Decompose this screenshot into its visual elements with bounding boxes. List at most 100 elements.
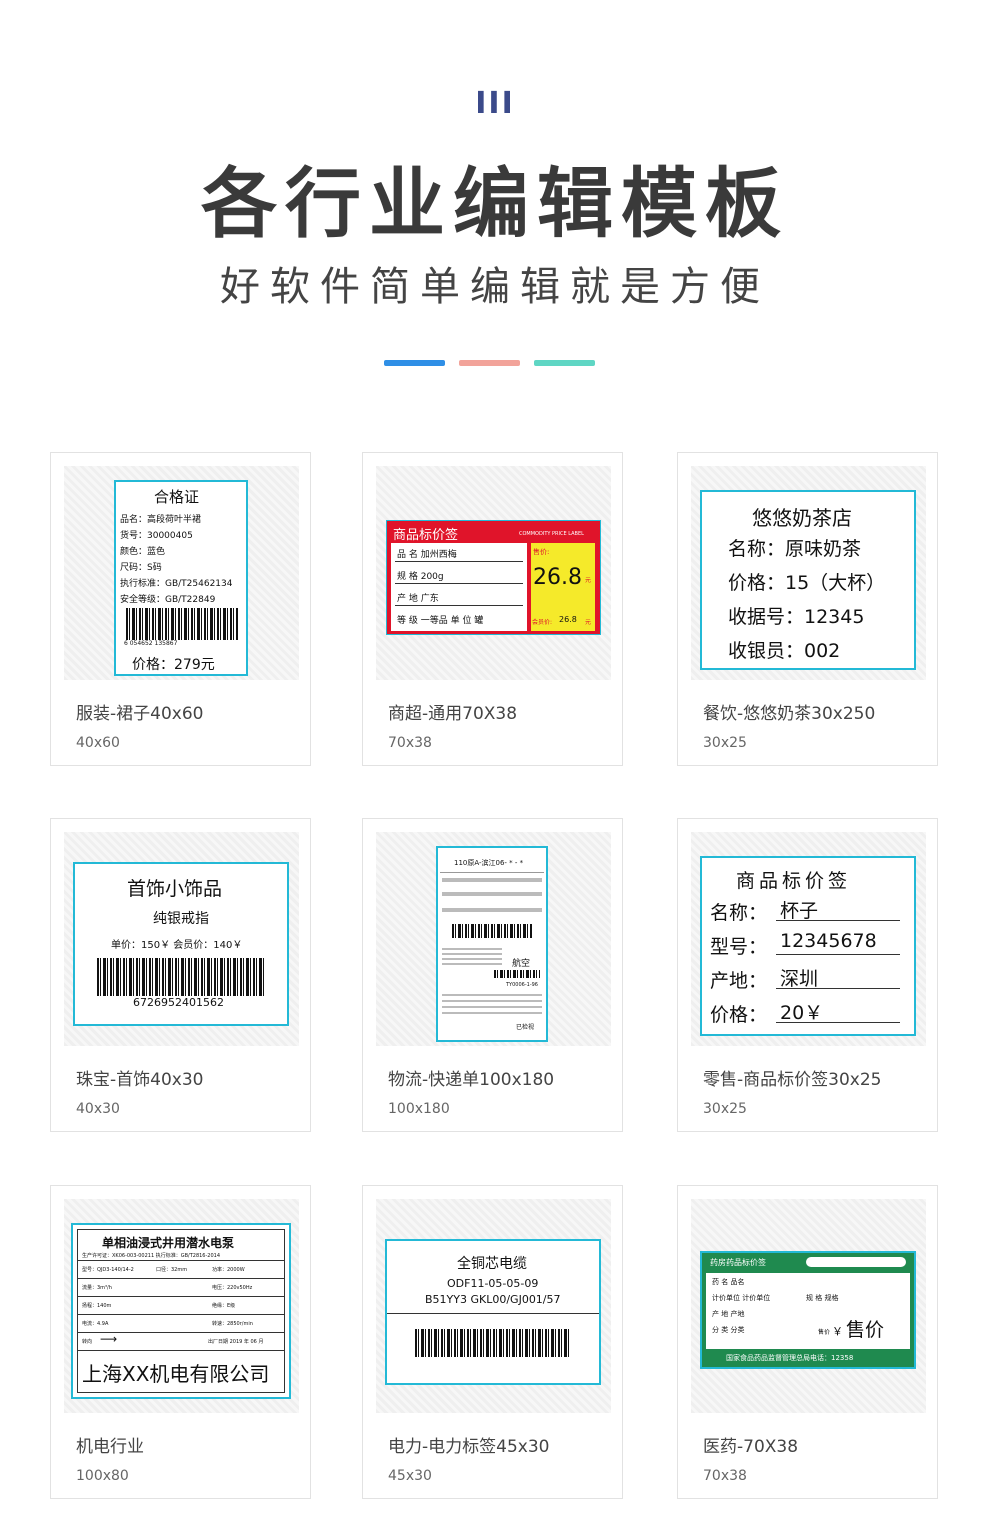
label-row: 货号：30000405 bbox=[120, 531, 193, 541]
grid-cell: 绝缘：E级 bbox=[212, 1303, 236, 1309]
label-price-line: 单价：150￥ 会员价：140￥ bbox=[111, 940, 243, 951]
company-name: 上海XX机电有限公司 bbox=[82, 1362, 270, 1386]
rule bbox=[395, 605, 523, 606]
card-title: 餐饮-悠悠奶茶30x250 bbox=[703, 704, 876, 724]
template-card-catering[interactable]: 悠悠奶茶店 名称：原味奶茶 价格：15（大杯） 收据号：12345 收银员：00… bbox=[677, 452, 938, 766]
price-tag: 售价: bbox=[533, 548, 550, 556]
row-key: 价格： bbox=[710, 1004, 768, 1026]
label-row: 尺码：S码 bbox=[120, 563, 162, 573]
label-meta: 生产许可证：XK06-003-00211 执行标准：GB/T2816-2014 bbox=[82, 1253, 221, 1259]
card-size: 40x30 bbox=[76, 1101, 120, 1117]
label-row: 价格：15（大杯） bbox=[728, 572, 886, 594]
label-heading: 全铜芯电缆 bbox=[457, 1256, 527, 1272]
template-card-power[interactable]: 全铜芯电缆 ODF11-05-05-09 B51YY3 GKL00/GJ001/… bbox=[362, 1185, 623, 1499]
card-size: 30x25 bbox=[703, 1101, 747, 1117]
member-price: 26.8 bbox=[559, 615, 577, 624]
accent-bar-pink bbox=[459, 360, 520, 366]
label-info-panel: 品 名 加州西梅 规 格 200g 产 地 广东 等 级 一等品 单 位 罐 bbox=[391, 543, 527, 631]
template-card-logistics[interactable]: 110原A-滨江06- * - * 航空 TY0006-1-96 已检视 物流-… bbox=[362, 818, 623, 1132]
row-key: 产地： bbox=[710, 970, 768, 992]
page-subtitle: 好软件简单编辑就是方便 bbox=[220, 264, 770, 310]
rule bbox=[78, 1350, 284, 1351]
label-heading: 商品标价签 bbox=[393, 528, 459, 543]
rule bbox=[78, 1296, 284, 1297]
barcode bbox=[126, 608, 238, 640]
template-preview: 悠悠奶茶店 名称：原味奶茶 价格：15（大杯） 收据号：12345 收银员：00… bbox=[691, 466, 926, 680]
template-preview: 首饰小饰品 纯银戒指 单价：150￥ 会员价：140￥ 672695240156… bbox=[64, 832, 299, 1046]
label-price-panel: 售价: 26.8 元 会员价: 26.8 元 bbox=[531, 543, 595, 631]
label-row: 执行标准：GB/T25462134 bbox=[120, 579, 233, 589]
card-size: 40x60 bbox=[76, 735, 120, 751]
label-pharmacy: 药房药品标价签 药 名 品名 计价单位 计价单位 规 格 规格 产 地 产地 分… bbox=[700, 1251, 916, 1369]
card-size: 70x38 bbox=[388, 735, 432, 751]
label-sub: 纯银戒指 bbox=[153, 911, 209, 927]
card-size: 100x80 bbox=[76, 1468, 129, 1484]
label-heading: 悠悠奶茶店 bbox=[752, 506, 852, 530]
label-row: 等 级 一等品 单 位 罐 bbox=[397, 616, 484, 626]
template-card-electromechanical[interactable]: 单相油浸式井用潜水电泵 生产许可证：XK06-003-00211 执行标准：GB… bbox=[50, 1185, 311, 1499]
label-row: 颜色：蓝色 bbox=[120, 547, 166, 557]
card-size: 45x30 bbox=[388, 1468, 432, 1484]
label-heading: 药房药品标价签 bbox=[710, 1258, 766, 1267]
label-heading: 首饰小饰品 bbox=[127, 878, 223, 900]
label-row: 分 类 分类 bbox=[712, 1326, 745, 1334]
card-title: 物流-快递单100x180 bbox=[388, 1070, 555, 1090]
template-card-retail[interactable]: 商品标价签 名称： 杯子 型号： 12345678 产地： 深圳 价格： 20￥… bbox=[677, 818, 938, 1132]
rule bbox=[78, 1278, 284, 1279]
rule bbox=[78, 1314, 284, 1315]
route-code: TY0006-1-96 bbox=[506, 982, 538, 988]
template-card-jewelry[interactable]: 首饰小饰品 纯银戒指 单价：150￥ 会员价：140￥ 672695240156… bbox=[50, 818, 311, 1132]
card-title: 服装-裙子40x60 bbox=[76, 704, 204, 724]
row-key: 型号： bbox=[710, 936, 768, 958]
barcode-number: 6 054652 135867 bbox=[124, 640, 178, 647]
template-card-supermarket[interactable]: 商品标价签 COMMODITY PRICE LABEL 品 名 加州西梅 规 格… bbox=[362, 452, 623, 766]
label-body: 药 名 品名 计价单位 计价单位 规 格 规格 产 地 产地 分 类 分类 售价… bbox=[706, 1273, 910, 1349]
header-mark: III bbox=[475, 86, 515, 121]
template-card-pharmacy[interactable]: 药房药品标价签 药 名 品名 计价单位 计价单位 规 格 规格 产 地 产地 分… bbox=[677, 1185, 938, 1499]
label-heading: 单相油浸式井用潜水电泵 bbox=[102, 1236, 235, 1250]
heading-pill bbox=[806, 1257, 906, 1267]
label-row: 产 地 广东 bbox=[397, 594, 439, 604]
price-mark: 售价 bbox=[818, 1329, 831, 1336]
template-card-clothing[interactable]: 合格证 品名：高段荷叶半裙 货号：30000405 颜色：蓝色 尺码：S码 执行… bbox=[50, 452, 311, 766]
label-row: 名称：原味奶茶 bbox=[728, 538, 862, 560]
card-size: 100x180 bbox=[388, 1101, 450, 1117]
card-title: 商超-通用70X38 bbox=[388, 704, 518, 724]
label-heading-en: COMMODITY PRICE LABEL bbox=[519, 531, 584, 537]
template-preview: 商品标价签 COMMODITY PRICE LABEL 品 名 加州西梅 规 格… bbox=[376, 466, 611, 680]
rule bbox=[776, 920, 900, 921]
price-value: 26.8 bbox=[533, 565, 582, 590]
card-title: 医药-70X38 bbox=[703, 1437, 799, 1457]
rule bbox=[776, 1022, 900, 1023]
accent-bar-blue bbox=[384, 360, 445, 366]
card-size: 70x38 bbox=[703, 1468, 747, 1484]
card-title: 珠宝-首饰40x30 bbox=[76, 1070, 204, 1090]
template-preview: 药房药品标价签 药 名 品名 计价单位 计价单位 规 格 规格 产 地 产地 分… bbox=[691, 1199, 926, 1413]
template-preview: 单相油浸式井用潜水电泵 生产许可证：XK06-003-00211 执行标准：GB… bbox=[64, 1199, 299, 1413]
grid-cell: 型号：QJD3-140/14-2 bbox=[82, 1267, 134, 1273]
grid-cell: 电流：4.9A bbox=[82, 1321, 109, 1327]
label-row: 品 名 加州西梅 bbox=[397, 550, 457, 560]
label-row: 药 名 品名 bbox=[712, 1278, 745, 1286]
label-heading: 合格证 bbox=[154, 488, 200, 506]
label-row: 规 格 200g bbox=[397, 572, 444, 582]
info-row bbox=[442, 892, 542, 896]
barcode-small bbox=[494, 970, 540, 978]
label-retail: 商品标价签 名称： 杯子 型号： 12345678 产地： 深圳 价格： 20￥ bbox=[700, 856, 916, 1036]
row-value: 深圳 bbox=[780, 968, 819, 990]
label-jewelry: 首饰小饰品 纯银戒指 单价：150￥ 会员价：140￥ 672695240156… bbox=[73, 862, 289, 1026]
info-block bbox=[442, 948, 502, 966]
grid-cell: 扬程：140m bbox=[82, 1303, 112, 1309]
card-title: 零售-商品标价签30x25 bbox=[703, 1070, 882, 1090]
arrow-right-icon: ⟶ bbox=[100, 1332, 118, 1346]
label-row: 收银员：002 bbox=[728, 640, 841, 662]
label-price: 价格：279元 bbox=[132, 657, 215, 673]
label-footer: 国家食品药品监督管理总局电话：12358 bbox=[726, 1354, 854, 1362]
label-line2: B51YY3 GKL00/GJ001/57 bbox=[425, 1293, 561, 1306]
price-value: 售价 bbox=[846, 1319, 885, 1341]
card-title: 机电行业 bbox=[76, 1437, 144, 1457]
card-size: 30x25 bbox=[703, 735, 747, 751]
label-row: 安全等级：GB/T22849 bbox=[120, 595, 216, 605]
route-text: 110原A-滨江06- * - * bbox=[454, 859, 524, 867]
rotation-label: 转向 bbox=[82, 1339, 93, 1345]
